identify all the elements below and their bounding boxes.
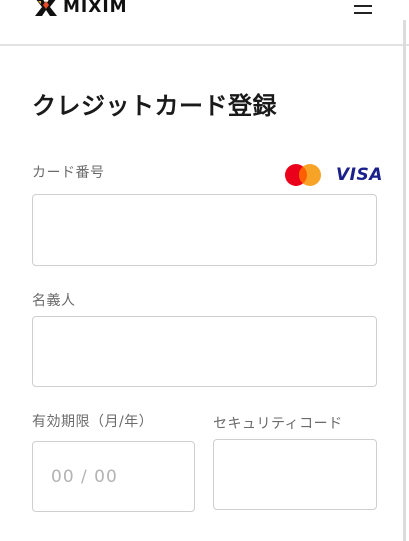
scrollbar[interactable] (403, 20, 406, 541)
mastercard-icon (285, 164, 321, 186)
security-code-input[interactable] (213, 439, 377, 510)
page: MIXIM クレジットカード登録 カード番号 VISA 名義人 有効期限（月/年… (0, 0, 409, 541)
visa-logo: VISA (336, 165, 383, 185)
page-title: クレジットカード登録 (32, 92, 277, 120)
hamburger-menu-icon[interactable] (354, 2, 374, 20)
card-brands: VISA (284, 163, 383, 187)
card-number-input[interactable] (32, 194, 377, 266)
logo-text: MIXIM (63, 0, 128, 17)
logo[interactable]: MIXIM (33, 0, 128, 18)
cardholder-name-input[interactable] (32, 316, 377, 387)
mixim-logo-icon (35, 0, 57, 16)
card-number-label: カード番号 (32, 165, 105, 181)
cardholder-label: 名義人 (32, 293, 76, 309)
expiry-label: 有効期限（月/年） (32, 414, 154, 430)
security-code-label: セキュリティコード (213, 416, 343, 432)
expiry-input[interactable] (32, 441, 195, 512)
site-header: MIXIM (0, 0, 409, 46)
